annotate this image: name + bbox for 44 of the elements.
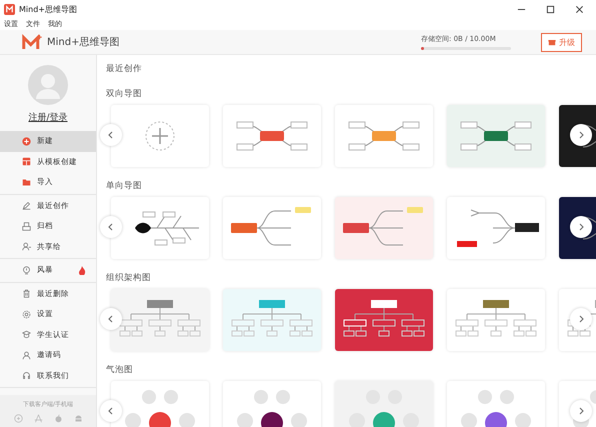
- chevron-right-icon: [577, 407, 585, 415]
- plus-icon: [22, 136, 31, 146]
- maximize-icon[interactable]: [546, 4, 555, 14]
- logo-icon: [22, 34, 43, 50]
- people-icon: [22, 242, 31, 252]
- bubble-chart-drawing: [461, 390, 531, 427]
- archive-icon: [22, 222, 31, 231]
- headset-icon: [22, 371, 31, 380]
- student-icon: [22, 330, 31, 340]
- chevron-right-icon: [577, 315, 585, 323]
- chevron-left-icon: [107, 223, 115, 231]
- org-chart-drawing: [568, 300, 596, 336]
- section-title: 双向导图: [106, 88, 143, 100]
- bulb-icon: [22, 266, 31, 275]
- chevron-right-icon: [577, 131, 585, 139]
- template-card[interactable]: [223, 381, 321, 427]
- chevron-right-icon: [577, 223, 585, 231]
- person-icon: [22, 350, 31, 360]
- section-title: 气泡图: [106, 364, 134, 376]
- bubble-chart-drawing: [349, 390, 419, 427]
- template-card[interactable]: [447, 197, 545, 259]
- bubble-chart-drawing: [125, 390, 195, 427]
- login-link[interactable]: 注册/登录: [28, 111, 68, 124]
- upgrade-button[interactable]: 升级: [541, 32, 582, 52]
- gift-icon: [548, 38, 556, 46]
- trash-icon: [22, 289, 31, 298]
- window-title: Mind+思维导图: [19, 4, 77, 14]
- previous-button[interactable]: [100, 308, 122, 330]
- app-icon: [4, 4, 15, 14]
- fishbone-diagram-drawing: [135, 212, 200, 246]
- pen-icon: [22, 201, 31, 210]
- plus-circle-icon: [146, 122, 174, 150]
- close-icon[interactable]: [575, 4, 584, 14]
- app-name: Mind+思维导图: [47, 36, 120, 49]
- page-title: 最近创作: [106, 63, 143, 75]
- chevron-left-icon: [107, 407, 115, 415]
- section-title: 单向导图: [106, 180, 143, 192]
- gear-icon: [22, 310, 31, 319]
- chevron-left-icon: [107, 315, 115, 323]
- section-title: 组织架构图: [106, 272, 152, 284]
- template-icon: [22, 157, 31, 166]
- bubble-chart-drawing: [237, 390, 307, 427]
- folder-icon: [22, 178, 31, 187]
- chevron-left-icon: [107, 131, 115, 139]
